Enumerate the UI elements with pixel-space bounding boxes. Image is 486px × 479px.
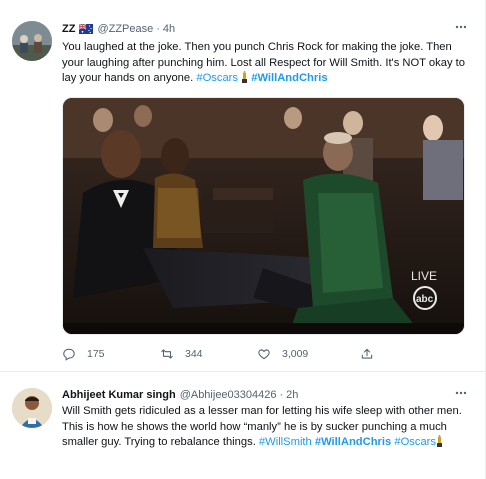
network-logo: abc [416,294,434,305]
tweet-header: ZZ @ZZPease · 4h [62,20,476,38]
oscar-statue-icon [436,435,443,448]
retweet-icon [161,349,173,359]
reply-icon [63,348,75,361]
handle[interactable]: @ZZPease [97,23,153,35]
share-icon [361,348,373,359]
hashtag-oscars[interactable]: #Oscars [394,436,436,448]
reply-count: 175 [87,348,105,360]
more-icon[interactable] [452,20,470,38]
reply-button[interactable]: 175 [62,345,105,363]
display-name[interactable]: Abhijeet Kumar singh [62,389,176,401]
share-button[interactable] [360,345,385,363]
like-button[interactable]: 3,009 [257,345,308,363]
avatar[interactable] [12,388,52,428]
flag-icon [79,23,94,34]
hashtag-willandchris[interactable]: #WillAndChris [315,436,391,448]
separator: · [279,389,284,401]
tweet-text: Will Smith gets ridiculed as a lesser ma… [62,404,472,451]
display-name[interactable]: ZZ [62,23,75,35]
live-badge: LIVE [411,269,437,283]
tweet[interactable]: Abhijeet Kumar singh @Abhijee03304426 · … [0,372,486,479]
like-icon [258,349,270,360]
timestamp[interactable]: 2h [286,389,298,401]
more-icon[interactable] [452,386,470,404]
tweet-actions: 175 344 3,009 [62,345,392,363]
tweet[interactable]: ZZ @ZZPease · 4h You laughed at the joke… [0,0,486,372]
avatar[interactable] [12,21,52,61]
like-count: 3,009 [282,348,309,360]
timestamp[interactable]: 4h [163,23,175,35]
tweet-text: You laughed at the joke. Then you punch … [62,40,472,87]
tweet-header: Abhijeet Kumar singh @Abhijee03304426 · … [62,386,476,404]
retweet-count: 344 [185,348,203,360]
hashtag-oscars[interactable]: #Oscars [196,72,238,84]
hashtag-willsmith[interactable]: #WillSmith [259,436,312,448]
separator: · [156,23,160,35]
oscar-statue-icon [241,71,248,84]
hashtag-willandchris[interactable]: #WillAndChris [251,72,327,84]
video-thumbnail[interactable]: LIVE abc [62,97,465,335]
handle[interactable]: @Abhijee03304426 [180,389,277,401]
retweet-button[interactable]: 344 [160,345,203,363]
